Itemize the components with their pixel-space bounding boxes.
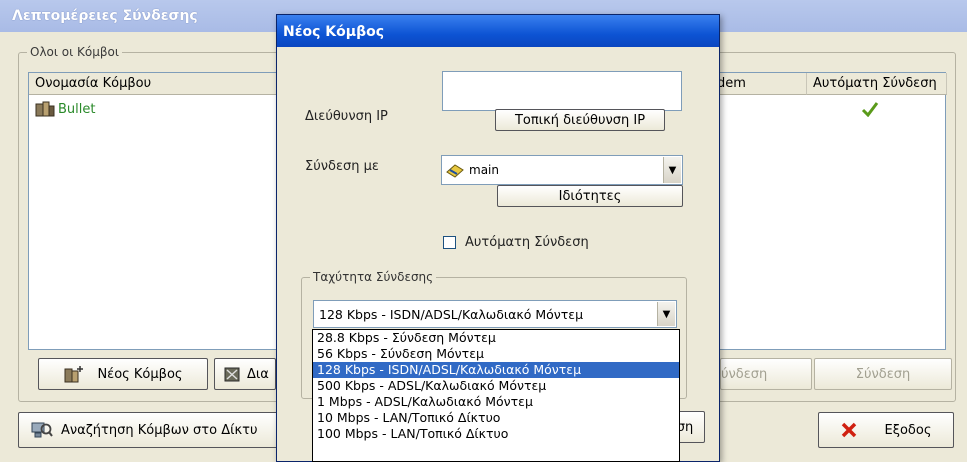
speed-select[interactable]: 128 Kbps - ISDN/ADSL/Καλωδιακό Μόντεμ ▼ [313, 300, 677, 328]
column-header-auto-connect[interactable]: Αυτόματη Σύνδεση [807, 73, 947, 95]
properties-button[interactable]: Ιδιότητες [497, 185, 683, 207]
exit-button[interactable]: Εξοδος [818, 412, 954, 448]
all-nodes-group-label: Ολοι οι Κόμβοι [27, 45, 122, 59]
properties-label: Ιδιότητες [558, 188, 622, 204]
close-icon [841, 422, 857, 438]
search-network-icon [31, 420, 53, 440]
modem-icon [445, 162, 465, 178]
list-item[interactable]: 10 Mbps - LAN/Τοπικό Δίκτυο [313, 410, 679, 426]
node-icon [35, 101, 55, 117]
delete-node-icon [223, 365, 243, 383]
list-item[interactable]: 1 Mbps - ADSL/Καλωδιακό Μόντεμ [313, 394, 679, 410]
new-node-icon [63, 365, 85, 383]
speed-dropdown-list[interactable]: 28.8 Kbps - Σύνδεση Μόντεμ 56 Kbps - Σύν… [312, 329, 680, 462]
connect-label: Σύνδεση [855, 366, 911, 382]
disconnect-label: ύνδεση [721, 366, 768, 382]
list-item[interactable]: 100 Mbps - LAN/Τοπικό Δίκτυο [313, 426, 679, 442]
dialog-titlebar: Νέος Κόμβος [277, 15, 719, 47]
list-item[interactable]: 56 Kbps - Σύνδεση Μόντεμ [313, 346, 679, 362]
auto-connect-label: Αυτόματη Σύνδεση [465, 235, 589, 250]
speed-selected-value: 128 Kbps - ISDN/ADSL/Καλωδιακό Μόντεμ [319, 306, 584, 322]
search-nodes-label: Αναζήτηση Κόμβων στο Δίκτυ [61, 422, 258, 438]
new-node-label: Νέος Κόμβος [97, 366, 183, 382]
ip-address-label: Διεύθυνση IP [305, 109, 388, 124]
table-row[interactable]: Bullet [35, 101, 95, 117]
ip-address-input[interactable] [442, 71, 682, 111]
connect-button[interactable]: Σύνδεση [814, 358, 952, 390]
search-nodes-button[interactable]: Αναζήτηση Κόμβων στο Δίκτυ [18, 412, 278, 448]
chevron-down-icon[interactable]: ▼ [663, 157, 681, 183]
new-node-button[interactable]: Νέος Κόμβος [38, 358, 208, 390]
disconnect-button[interactable]: ύνδεση [720, 358, 812, 390]
local-ip-label: Τοπική διεύθυνση IP [514, 112, 646, 128]
checkmark-icon [861, 101, 879, 117]
local-ip-button[interactable]: Τοπική διεύθυνση IP [495, 109, 665, 131]
dialog-title: Νέος Κόμβος [283, 24, 385, 40]
auto-connect-checkbox[interactable] [443, 236, 456, 249]
delete-node-button[interactable]: Δια [214, 358, 276, 390]
connect-with-label: Σύνδεση με [305, 159, 379, 174]
list-item[interactable]: 500 Kbps - ADSL/Καλωδιακό Μόντεμ [313, 378, 679, 394]
column-header-node-name[interactable]: Ονομασία Κόμβου [29, 73, 287, 95]
speed-group-label: Ταχύτητα Σύνδεσης [310, 270, 437, 284]
node-name: Bullet [58, 101, 96, 117]
list-item[interactable]: 128 Kbps - ISDN/ADSL/Καλωδιακό Μόντεμ [313, 362, 679, 378]
delete-node-label: Δια [247, 366, 269, 382]
connect-with-value: main [469, 163, 499, 177]
window-title: Λεπτομέρειες Σύνδεσης [12, 8, 198, 24]
chevron-down-icon[interactable]: ▼ [657, 302, 675, 326]
list-item[interactable]: 28.8 Kbps - Σύνδεση Μόντεμ [313, 330, 679, 346]
exit-label: Εξοδος [884, 422, 932, 438]
connect-with-select[interactable]: main ▼ [441, 155, 683, 185]
